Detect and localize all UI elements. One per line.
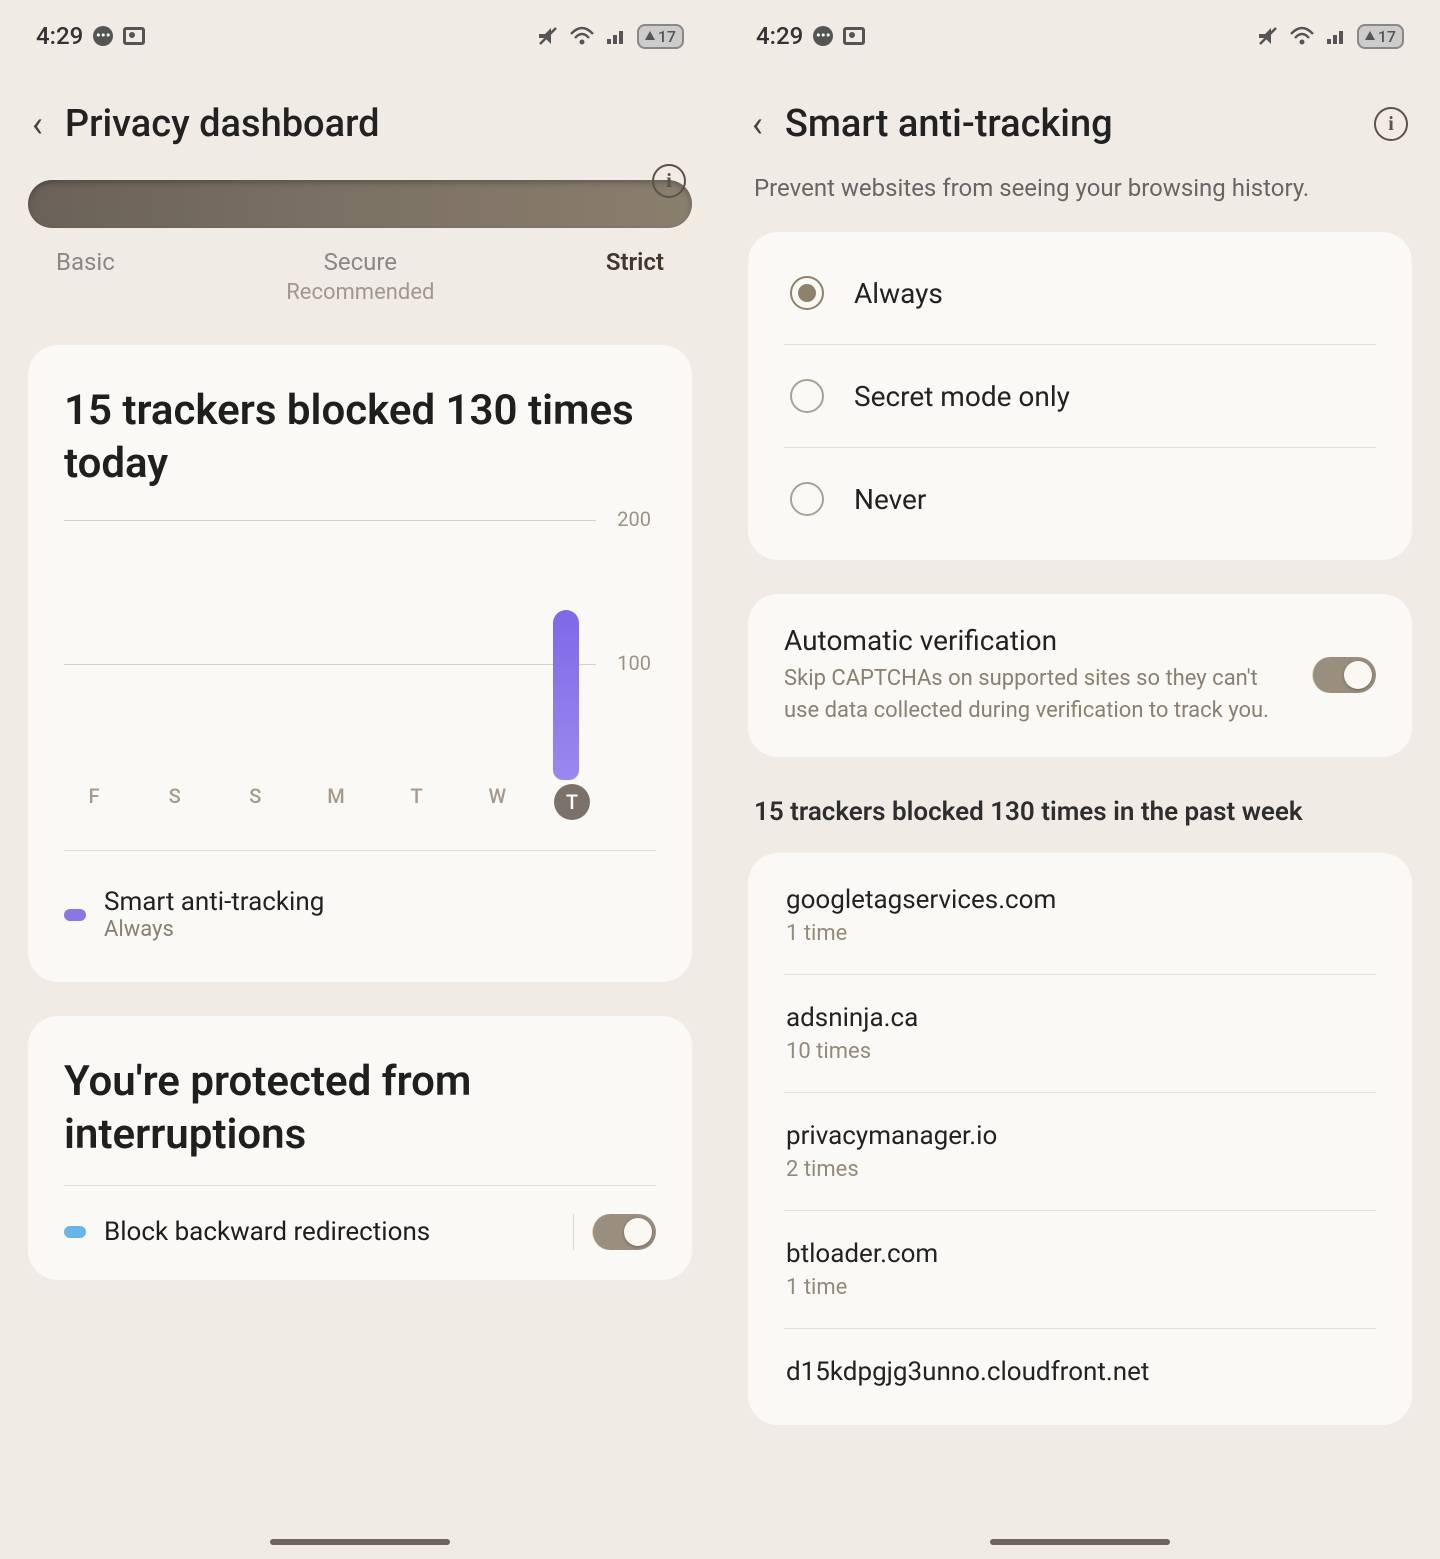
bars-container	[64, 520, 596, 780]
level-recommended: Recommended	[286, 280, 434, 305]
legend-value: Always	[104, 917, 324, 942]
trackers-chart: 200 100 F S S M T W T	[64, 520, 656, 820]
level-labels: Basic Secure Recommended Strict	[28, 228, 692, 305]
level-basic[interactable]: Basic	[56, 248, 115, 276]
radio-always[interactable]	[790, 276, 824, 310]
mute-icon	[1257, 26, 1279, 46]
privacy-dashboard-screen: 4:29 ••• 17 ‹ Privacy dashboard i Basic …	[0, 0, 720, 1559]
auto-verify-title: Automatic verification	[784, 624, 1288, 657]
tracker-row[interactable]: privacymanager.io 2 times	[784, 1093, 1376, 1211]
option-always[interactable]: Always	[784, 242, 1376, 345]
status-time: 4:29	[36, 22, 83, 50]
auto-verify-toggle[interactable]	[1312, 657, 1376, 693]
smart-anti-tracking-screen: 4:29 ••• 17 ‹ Smart anti-tracking i Prev…	[720, 0, 1440, 1559]
info-icon[interactable]: i	[1374, 107, 1408, 141]
interruptions-card: You're protected from interruptions Bloc…	[28, 1016, 692, 1280]
messages-icon: •••	[813, 26, 833, 46]
option-never[interactable]: Never	[784, 448, 1376, 550]
wifi-icon	[1289, 26, 1315, 46]
info-icon[interactable]: i	[652, 164, 686, 198]
legend-swatch-purple	[64, 909, 86, 921]
chart-legend[interactable]: Smart anti-tracking Always	[64, 850, 656, 942]
signal-icon	[1325, 26, 1347, 46]
status-bar: 4:29 ••• 17	[28, 0, 692, 62]
day-t1: T	[393, 784, 441, 820]
battery-indicator: 17	[637, 24, 684, 49]
legend-swatch-blue	[64, 1226, 86, 1238]
trackers-headline: 15 trackers blocked 130 times today	[64, 385, 656, 490]
tracker-row[interactable]: googletagservices.com 1 time	[784, 857, 1376, 975]
level-strict[interactable]: Strict	[606, 248, 664, 276]
legend-name: Smart anti-tracking	[104, 887, 324, 917]
auto-verify-desc: Skip CAPTCHAs on supported sites so they…	[784, 663, 1288, 727]
messages-icon: •••	[93, 26, 113, 46]
page-subtitle: Prevent websites from seeing your browsi…	[748, 174, 1412, 232]
day-today: T	[554, 784, 590, 820]
radio-secret[interactable]	[790, 379, 824, 413]
signal-icon	[605, 26, 627, 46]
y-tick-100: 100	[617, 651, 651, 675]
interruptions-headline: You're protected from interruptions	[64, 1056, 656, 1161]
level-bar-track[interactable]	[28, 180, 692, 228]
security-level-slider[interactable]: i Basic SecureRecommended Strict	[28, 174, 692, 345]
block-backward-toggle[interactable]	[592, 1214, 656, 1250]
wifi-icon	[569, 26, 595, 46]
day-s2: S	[231, 784, 279, 820]
tracker-row[interactable]: d15kdpgjg3unno.cloudfront.net	[784, 1329, 1376, 1421]
mute-icon	[537, 26, 559, 46]
back-button[interactable]: ‹	[752, 103, 763, 145]
block-backward-label[interactable]: Block backward redirections	[104, 1217, 555, 1247]
tracker-list[interactable]: googletagservices.com 1 time adsninja.ca…	[748, 853, 1412, 1425]
option-secret-mode[interactable]: Secret mode only	[784, 345, 1376, 448]
nav-handle[interactable]	[270, 1539, 450, 1545]
day-w: W	[473, 784, 521, 820]
status-bar: 4:29 ••• 17	[748, 0, 1412, 62]
day-m: M	[312, 784, 360, 820]
level-secure[interactable]: Secure	[324, 248, 397, 276]
y-tick-200: 200	[617, 507, 651, 531]
nav-handle[interactable]	[990, 1539, 1170, 1545]
tracking-mode-group: Always Secret mode only Never	[748, 232, 1412, 560]
page-header: ‹ Privacy dashboard	[28, 62, 692, 174]
page-title: Smart anti-tracking	[785, 102, 1352, 146]
day-s1: S	[151, 784, 199, 820]
gallery-icon	[123, 27, 145, 45]
page-title: Privacy dashboard	[65, 102, 688, 146]
trackers-week-header: 15 trackers blocked 130 times in the pas…	[748, 791, 1412, 853]
trackers-card[interactable]: 15 trackers blocked 130 times today 200 …	[28, 345, 692, 982]
back-button[interactable]: ‹	[32, 103, 43, 145]
page-header: ‹ Smart anti-tracking i	[748, 62, 1412, 174]
tracker-row[interactable]: btloader.com 1 time	[784, 1211, 1376, 1329]
radio-never[interactable]	[790, 482, 824, 516]
day-axis: F S S M T W T	[64, 784, 596, 820]
day-f: F	[70, 784, 118, 820]
status-time: 4:29	[756, 22, 803, 50]
bar-today	[553, 610, 579, 780]
gallery-icon	[843, 27, 865, 45]
tracker-row[interactable]: adsninja.ca 10 times	[784, 975, 1376, 1093]
auto-verification-card[interactable]: Automatic verification Skip CAPTCHAs on …	[748, 594, 1412, 757]
battery-indicator: 17	[1357, 24, 1404, 49]
